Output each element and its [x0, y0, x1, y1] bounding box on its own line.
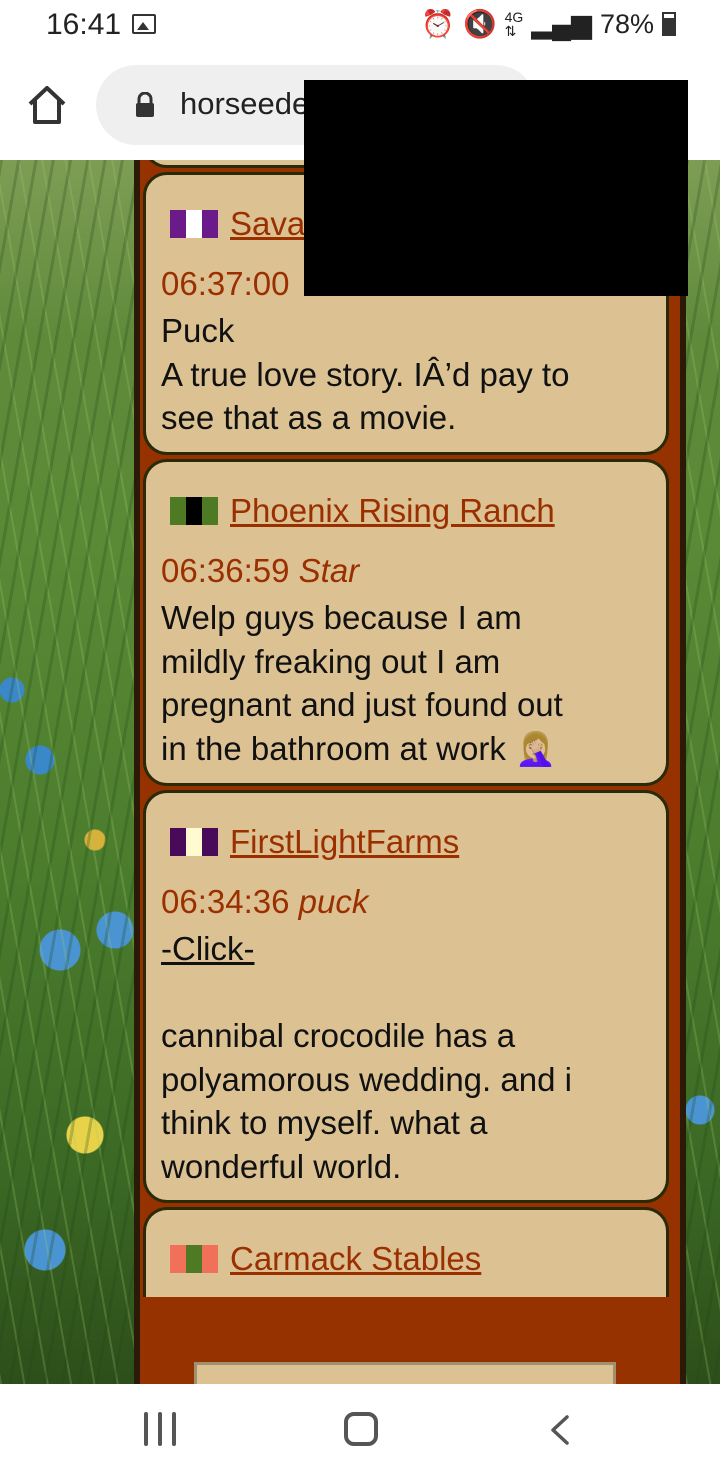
post-body: Puck A true love story. IÂ’d pay to see …	[161, 309, 651, 440]
post-time: 06:36:59	[161, 552, 290, 589]
url-text[interactable]: horseede	[180, 86, 309, 122]
post-line: pregnant and just found out	[161, 686, 563, 723]
flag-icon	[170, 497, 218, 525]
post-line: wonderful world.	[161, 1147, 402, 1185]
data-4g-icon: 4G ⇅	[504, 9, 524, 39]
battery-icon	[662, 12, 676, 36]
post-line: in the bathroom at work 🤦🏼‍♀️	[161, 729, 557, 767]
post-author-link[interactable]: FirstLightFarms	[230, 823, 459, 861]
post-body: -Click- cannibal crocodile has a polyamo…	[161, 927, 651, 1188]
flag-icon	[170, 828, 218, 856]
post-time: 06:37:00	[161, 265, 290, 302]
flag-icon	[170, 210, 218, 238]
grass-background-left	[0, 160, 134, 1384]
post-meta: 06:36:59 Star	[161, 552, 359, 590]
post-time: 06:34:36	[161, 883, 290, 920]
post-meta: 06:34:36 puck	[161, 883, 368, 921]
post-body: Welp guys because I am mildly freaking o…	[161, 596, 651, 770]
post-line: Welp guys because I am	[161, 599, 522, 636]
post-meta: 06:37:00	[161, 265, 289, 303]
mute-icon: 🔇	[462, 9, 497, 39]
input-box[interactable]	[194, 1362, 616, 1384]
post-author: Star	[298, 552, 360, 589]
page-content: Sava 06:37:00 Puck A true love story. IÂ…	[0, 160, 720, 1384]
post-author: puck	[298, 883, 369, 920]
status-bar: 16:41 ⏰ 🔇 4G ⇅ ▂▄▆ 78%	[0, 0, 720, 52]
home-nav-icon[interactable]	[344, 1412, 378, 1446]
flag-icon	[170, 1245, 218, 1273]
chat-post: Phoenix Rising Ranch 06:36:59 Star Welp …	[143, 459, 669, 786]
chat-post: FirstLightFarms 06:34:36 puck -Click- ca…	[143, 790, 669, 1203]
post-author-link[interactable]: Carmack Stables	[230, 1240, 481, 1278]
post-line: cannibal crocodile has a	[161, 1017, 516, 1054]
post-line: Puck	[161, 312, 235, 349]
lock-icon	[136, 92, 154, 117]
post-line: mildly freaking out I am	[161, 642, 501, 680]
home-icon[interactable]	[24, 82, 70, 128]
post-line: A true love story. IÂ’d pay to	[161, 355, 570, 393]
post-line: polyamorous wedding. and i	[161, 1060, 572, 1098]
click-link[interactable]: -Click-	[161, 927, 651, 971]
gallery-icon	[132, 14, 156, 34]
status-time: 16:41	[46, 8, 122, 41]
back-icon[interactable]	[548, 1414, 572, 1446]
redaction-box	[304, 80, 688, 296]
post-author-link[interactable]: Sava	[230, 205, 305, 243]
system-nav-bar	[0, 1384, 720, 1480]
post-line: think to myself. what a	[161, 1104, 488, 1141]
post-line: see that as a movie.	[161, 399, 457, 436]
recent-apps-icon[interactable]	[144, 1412, 176, 1446]
system-icons: ⏰ 🔇 4G ⇅ ▂▄▆ 78%	[421, 8, 676, 40]
post-author-link[interactable]: Phoenix Rising Ranch	[230, 492, 555, 530]
battery-percent: 78%	[599, 8, 654, 39]
signal-icon: ▂▄▆	[531, 8, 592, 39]
grass-background-right	[686, 160, 720, 1384]
alarm-icon: ⏰	[421, 9, 455, 39]
chat-post: Carmack Stables	[143, 1207, 669, 1297]
